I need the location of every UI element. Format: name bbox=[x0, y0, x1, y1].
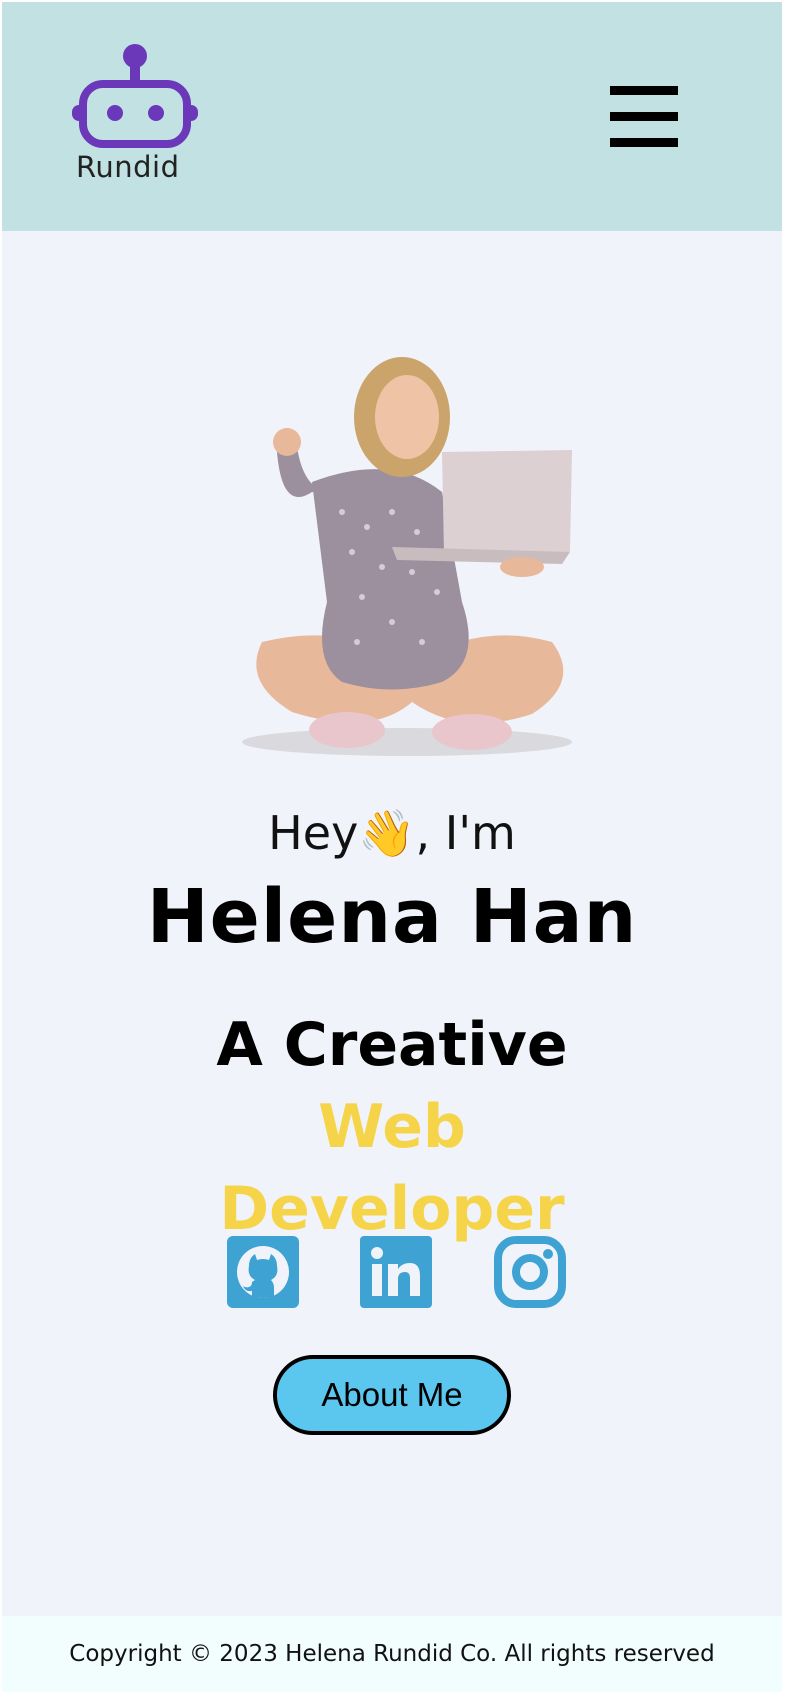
copyright-text: Copyright © 2023 Helena Rundid Co. All r… bbox=[69, 1641, 715, 1667]
about-me-button[interactable]: About Me bbox=[273, 1355, 511, 1435]
instagram-icon[interactable] bbox=[494, 1236, 566, 1308]
page: Rundid Hey👋, I'm Helena Han A Creative W… bbox=[2, 2, 782, 1692]
site-header: Rundid bbox=[2, 2, 782, 231]
hamburger-menu-icon[interactable] bbox=[610, 86, 680, 148]
social-links bbox=[227, 1236, 567, 1308]
robot-icon bbox=[72, 44, 198, 148]
github-icon[interactable] bbox=[227, 1236, 299, 1308]
role-prefix: A Creative bbox=[216, 1010, 568, 1080]
role-highlight: Web Developer bbox=[219, 1092, 565, 1244]
hero-portrait-image bbox=[232, 342, 592, 772]
logo[interactable]: Rundid bbox=[72, 42, 202, 187]
logo-text: Rundid bbox=[76, 150, 180, 184]
site-footer: Copyright © 2023 Helena Rundid Co. All r… bbox=[2, 1616, 782, 1692]
greeting-text: Hey👋, I'm bbox=[268, 806, 516, 860]
hero-name: Helena Han bbox=[146, 874, 638, 960]
linkedin-icon[interactable] bbox=[360, 1236, 432, 1308]
hero-role: A Creative Web Developer bbox=[152, 1004, 632, 1250]
